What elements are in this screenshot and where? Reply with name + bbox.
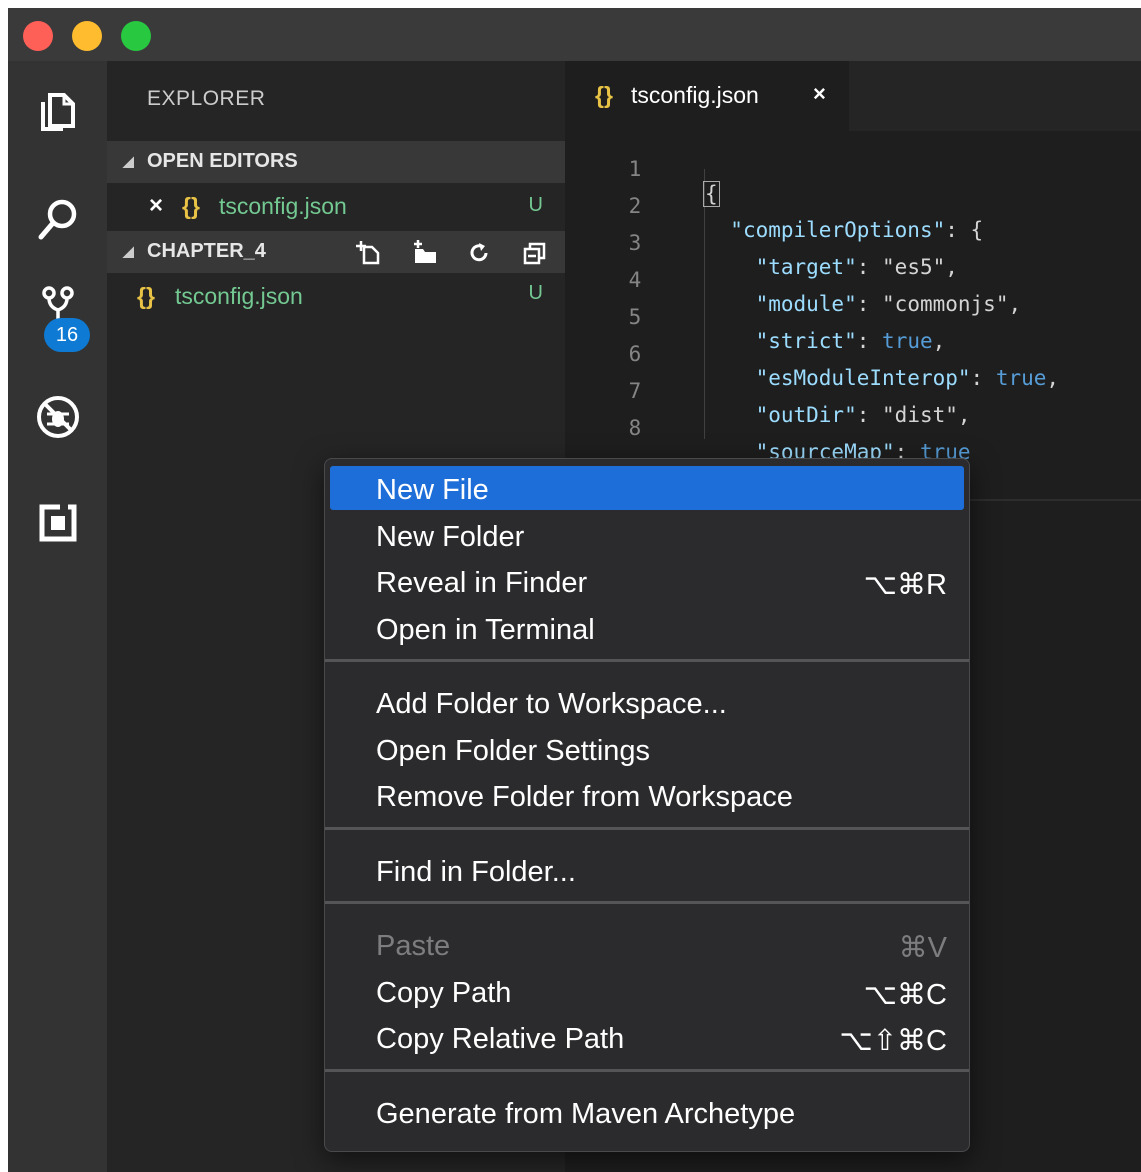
menu-item-generate-from-maven-archetype[interactable]: Generate from Maven Archetype bbox=[330, 1090, 964, 1134]
menu-item-label: Reveal in Finder bbox=[376, 567, 588, 599]
menu-item-label: Find in Folder... bbox=[376, 855, 576, 888]
code-line: 7 "outDir": "dist", bbox=[565, 355, 1141, 427]
menu-item-paste: Paste ⌘V bbox=[330, 922, 964, 966]
vscode-window: 16 EXPLORER ◢ OPEN EDITORS × {} tsconfig… bbox=[8, 8, 1141, 1172]
code-line: 8 "sourceMap": true bbox=[565, 392, 1141, 464]
menu-item-label: Open Folder Settings bbox=[376, 734, 651, 767]
menu-item-shortcut: ⌥⇧⌘C bbox=[839, 1025, 947, 1057]
menu-item-reveal-in-finder[interactable]: Reveal in Finder ⌥⌘R bbox=[330, 559, 964, 603]
menu-item-open-in-terminal[interactable]: Open in Terminal bbox=[330, 606, 964, 650]
close-editor-icon[interactable]: × bbox=[149, 192, 163, 220]
refresh-icon[interactable] bbox=[465, 239, 493, 267]
untracked-status: U bbox=[528, 194, 543, 216]
code-line: 2 "compilerOptions": { bbox=[565, 170, 1141, 242]
menu-item-label: Remove Folder from Workspace bbox=[376, 781, 793, 813]
menu-item-new-file[interactable]: New File bbox=[330, 466, 964, 510]
menu-item-label: New File bbox=[376, 474, 489, 506]
menu-separator bbox=[325, 659, 969, 662]
menu-item-shortcut: ⌥⌘C bbox=[863, 978, 947, 1011]
json-file-icon: {} bbox=[137, 283, 155, 309]
menu-item-shortcut: ⌥⌘R bbox=[863, 569, 947, 601]
folder-file-item[interactable]: {} tsconfig.json U bbox=[107, 275, 565, 319]
extensions-icon[interactable] bbox=[30, 495, 86, 551]
menu-item-label: Open in Terminal bbox=[376, 613, 595, 646]
new-folder-icon[interactable] bbox=[411, 239, 439, 267]
debug-icon[interactable] bbox=[30, 389, 86, 445]
json-file-icon: {} bbox=[595, 82, 613, 108]
menu-item-label: Generate from Maven Archetype bbox=[376, 1097, 796, 1130]
menu-item-open-folder-settings[interactable]: Open Folder Settings bbox=[330, 727, 964, 771]
code-line: 9 } bbox=[565, 429, 1141, 447]
close-window-button[interactable] bbox=[23, 21, 53, 51]
code-line: 4 "module": "commonjs", bbox=[565, 244, 1141, 316]
menu-item-copy-relative-path[interactable]: Copy Relative Path ⌥⇧⌘C bbox=[330, 1015, 964, 1059]
folder-label: CHAPTER_4 bbox=[147, 240, 266, 262]
menu-item-find-in-folder[interactable]: Find in Folder... bbox=[330, 848, 964, 892]
open-editors-header[interactable]: ◢ OPEN EDITORS bbox=[107, 141, 565, 183]
activity-bar: 16 bbox=[8, 61, 107, 1172]
files-icon[interactable] bbox=[30, 83, 86, 139]
collapse-all-icon[interactable] bbox=[521, 239, 549, 267]
zoom-window-button[interactable] bbox=[121, 21, 151, 51]
menu-item-label: Paste bbox=[376, 930, 451, 962]
open-editor-filename: tsconfig.json bbox=[219, 193, 347, 219]
code-line: 1 { bbox=[565, 133, 1141, 207]
code-line: 5 "strict": true, bbox=[565, 281, 1141, 353]
menu-separator bbox=[325, 826, 969, 830]
menu-separator bbox=[325, 901, 969, 904]
menu-item-add-folder-to-workspace[interactable]: Add Folder to Workspace... bbox=[330, 680, 964, 724]
title-bar bbox=[8, 8, 1141, 61]
untracked-status: U bbox=[528, 282, 543, 304]
menu-item-copy-path[interactable]: Copy Path ⌥⌘C bbox=[330, 969, 964, 1013]
folder-filename: tsconfig.json bbox=[175, 283, 303, 309]
collapse-triangle-icon: ◢ bbox=[123, 243, 134, 259]
menu-item-new-folder[interactable]: New Folder bbox=[330, 513, 964, 557]
menu-item-label: Copy Path bbox=[376, 976, 512, 1009]
tab-tsconfig[interactable]: {} tsconfig.json × bbox=[565, 61, 849, 131]
close-tab-icon[interactable]: × bbox=[813, 81, 826, 107]
open-editors-label: OPEN EDITORS bbox=[147, 150, 298, 172]
tab-label: tsconfig.json bbox=[631, 82, 759, 108]
open-editor-item[interactable]: × {} tsconfig.json U bbox=[107, 185, 565, 229]
menu-item-remove-folder-from-workspace[interactable]: Remove Folder from Workspace bbox=[330, 773, 964, 817]
menu-item-label: Add Folder to Workspace... bbox=[376, 688, 727, 720]
code-line: 6 "esModuleInterop": true, bbox=[565, 318, 1141, 390]
search-icon[interactable] bbox=[30, 191, 86, 247]
menu-item-shortcut: ⌘V bbox=[898, 932, 947, 964]
context-menu: New File New Folder Reveal in Finder ⌥⌘R Ope… bbox=[324, 458, 970, 1152]
menu-item-label: New Folder bbox=[376, 520, 525, 553]
new-file-icon[interactable] bbox=[355, 239, 383, 267]
menu-separator bbox=[325, 1068, 969, 1072]
source-control-badge: 16 bbox=[44, 318, 90, 352]
minimize-window-button[interactable] bbox=[72, 21, 102, 51]
collapse-triangle-icon: ◢ bbox=[123, 153, 134, 169]
folder-header[interactable]: ◢ CHAPTER_4 bbox=[107, 231, 565, 273]
json-file-icon: {} bbox=[182, 193, 200, 219]
menu-item-label: Copy Relative Path bbox=[376, 1023, 625, 1055]
explorer-title: EXPLORER bbox=[147, 87, 266, 110]
code-line: 3 "target": "es5", bbox=[565, 207, 1141, 279]
tab-bar: {} tsconfig.json × bbox=[565, 61, 1141, 131]
